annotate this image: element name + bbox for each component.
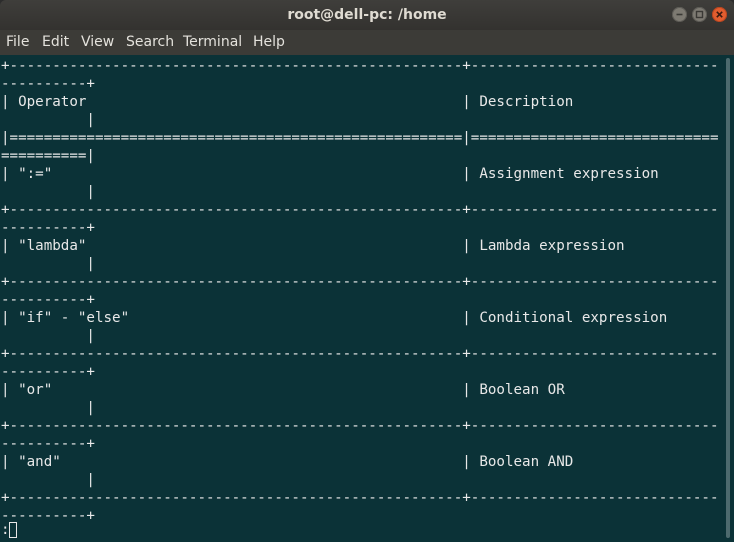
terminal-line: | xyxy=(1,184,95,200)
close-icon xyxy=(716,11,723,18)
title-bar[interactable]: root@dell-pc: /home xyxy=(0,0,734,30)
terminal-line: +---------------------------------------… xyxy=(1,202,719,218)
terminal-line: +---------------------------------------… xyxy=(1,490,719,506)
terminal-line: +---------------------------------------… xyxy=(1,274,719,290)
minimize-icon xyxy=(676,13,683,16)
menu-bar: File Edit View Search Terminal Help xyxy=(0,30,734,55)
terminal-line: ----------+ xyxy=(1,220,95,236)
minimize-button[interactable] xyxy=(672,7,687,22)
close-button[interactable] xyxy=(712,7,727,22)
terminal-line: | xyxy=(1,328,95,344)
maximize-icon xyxy=(695,10,704,19)
text-cursor xyxy=(9,522,17,538)
terminal-line: ==========| xyxy=(1,148,95,164)
terminal-line: | "or" | Boolean OR xyxy=(1,382,565,398)
terminal-window: root@dell-pc: /home File Edit View Searc… xyxy=(0,0,734,542)
terminal-line: +---------------------------------------… xyxy=(1,346,719,362)
terminal-line: | xyxy=(1,256,95,272)
terminal-line: +---------------------------------------… xyxy=(1,418,719,434)
menu-file[interactable]: File xyxy=(6,30,29,55)
pager-prompt: : xyxy=(1,522,10,538)
terminal-line: | "if" - "else" | Conditional expression xyxy=(1,310,668,326)
terminal-line: | "lambda" | Lambda expression xyxy=(1,238,625,254)
menu-edit[interactable]: Edit xyxy=(42,30,69,55)
terminal-line: | ":=" | Assignment expression xyxy=(1,166,659,182)
terminal-line: ----------+ xyxy=(1,436,95,452)
scrollbar-thumb[interactable] xyxy=(726,58,730,538)
terminal-line: |=======================================… xyxy=(1,130,719,146)
menu-view[interactable]: View xyxy=(81,30,114,55)
window-title: root@dell-pc: /home xyxy=(287,7,447,23)
menu-search[interactable]: Search xyxy=(126,30,174,55)
terminal-line: | Operator | Description xyxy=(1,94,574,110)
terminal-line: ----------+ xyxy=(1,364,95,380)
terminal-line: | "and" | Boolean AND xyxy=(1,454,574,470)
terminal-line: | xyxy=(1,472,95,488)
terminal-line: +---------------------------------------… xyxy=(1,58,719,74)
terminal-line: | xyxy=(1,400,95,416)
terminal-line: | xyxy=(1,112,95,128)
maximize-button[interactable] xyxy=(692,7,707,22)
terminal-line: ----------+ xyxy=(1,76,95,92)
menu-help[interactable]: Help xyxy=(253,30,285,55)
terminal-line: ----------+ xyxy=(1,292,95,308)
menu-terminal[interactable]: Terminal xyxy=(183,30,242,55)
